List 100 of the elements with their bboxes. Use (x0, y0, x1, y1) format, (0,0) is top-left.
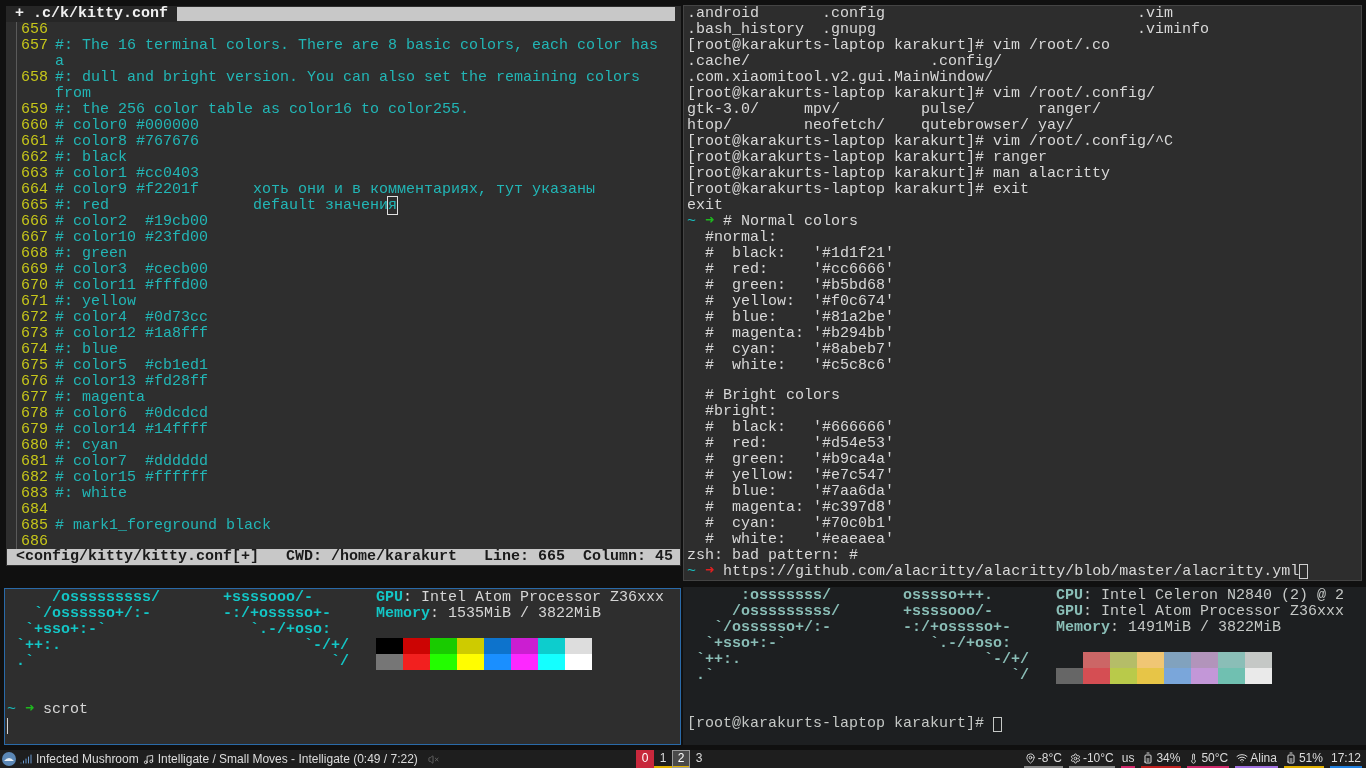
terminal-line: # black: '#1d1f21' (704, 246, 895, 262)
line-number: 673 (20, 326, 49, 342)
terminal-line: [root@karakurts-laptop karakurt]# vim /root/.co (687, 38, 1111, 54)
line-number: 663 (20, 166, 49, 182)
line-number: 667 (20, 230, 49, 246)
code-line: #: cyan (55, 438, 119, 454)
code-line: # mark1_foreground black (55, 518, 273, 534)
terminal-line: #normal: (704, 230, 777, 246)
line-number: 683 (20, 486, 49, 502)
line-number: 659 (20, 102, 49, 118)
line-number: 661 (20, 134, 49, 150)
code-line: # color6 #0dcdcd (55, 406, 210, 422)
line-number: 678 (20, 406, 49, 422)
battery-icon (1142, 752, 1155, 764)
terminal-line: .android .config .vim (687, 6, 1174, 22)
ascii-logo-line: `++:. `-/+/ (695, 652, 1031, 669)
ascii-logo-line: /osssssssss/ +ssssooo/- (732, 604, 994, 621)
line-number: 657 (20, 38, 49, 54)
status-text: 17:12 (1330, 751, 1361, 765)
terminal-line: #bright: (704, 404, 777, 421)
ascii-logo-line: `++:. `-/+/ (15, 637, 351, 654)
terminal-line: # green: '#b9ca4a' (704, 452, 895, 469)
status-text: Alina (1250, 751, 1277, 765)
logo-icon (2, 752, 16, 766)
ascii-logo-line: `+sso+:-` `.-/+oso: (24, 621, 333, 638)
prompt-arrow: ➜ (705, 214, 715, 230)
wifi-icon (1236, 752, 1249, 764)
line-number: 686 (20, 534, 49, 549)
info-value: : 1491MiB / 3822MiB (1110, 620, 1282, 637)
ascii-logo-line: /osssssssss/ +ssssooo/- (51, 589, 315, 606)
code-line: #: blue (55, 342, 119, 358)
block-cursor (993, 716, 1003, 732)
terminal-line: # cyan: '#70c0b1' (704, 516, 895, 533)
ascii-logo-line: .` `/ (695, 668, 1031, 685)
code-line: #: red default значения (55, 198, 399, 214)
terminal-line: # cyan: '#8abeb7' (704, 342, 895, 358)
code-line: #: dull and bright version. You can also set the remaining colors from (55, 70, 642, 102)
prompt-arrow: ➜ (705, 564, 715, 581)
code-line: # color13 #fd28ff (55, 374, 210, 390)
info-value: : 1535MiB / 3822MiB (430, 605, 602, 622)
workspace-button[interactable]: 0 (636, 750, 654, 768)
info-value: : Intel Celeron N2840 (2) @ 2 (1083, 588, 1345, 605)
line-number: 677 (20, 390, 49, 406)
terminal-line: # magenta: '#b294bb' (704, 326, 895, 342)
code-line: # color7 #dddddd (55, 454, 210, 470)
status-text: -10°C (1082, 751, 1114, 765)
workspace-button[interactable]: 2 (672, 750, 690, 768)
status-text: 34% (1156, 751, 1181, 765)
line-number: 670 (20, 278, 49, 294)
line-number: 682 (20, 470, 49, 486)
code-line: # color5 #cb1ed1 (55, 358, 210, 374)
line-number: 680 (20, 438, 49, 454)
line-number: 674 (20, 342, 49, 358)
info-label: GPU (1056, 604, 1084, 621)
code-line: # color9 #f2201f хоть они и в комментариях, тут указаны (55, 182, 597, 198)
line-number: 671 (20, 294, 49, 310)
line-number: 679 (20, 422, 49, 438)
command-text: scrot (43, 701, 89, 718)
line-number: 669 (20, 262, 49, 278)
code-line: #: white (55, 486, 128, 502)
code-line: #: green (55, 246, 128, 262)
terminal-line: [root@karakurts-laptop karakurt]# vim /root/.config/ (687, 86, 1156, 102)
code-line: #: the 256 color table as color16 to color255. (55, 102, 471, 118)
code-line: #: The 16 terminal colors. There are 8 basic colors, each color has a (55, 38, 660, 70)
info-label: CPU (1056, 588, 1084, 605)
terminal-line: # white: '#eaeaea' (705, 532, 895, 549)
line-number: 672 (20, 310, 49, 326)
line-number: 675 (20, 358, 49, 374)
code-line: # color2 #19cb00 (55, 214, 210, 230)
line-number: 676 (20, 374, 49, 390)
code-line: #: black (55, 150, 128, 166)
terminal-line: # red: '#d54e53' (704, 436, 895, 453)
ascii-logo-line: `/ossssso+/:- -:/+osssso+- (33, 605, 333, 622)
buffer-tab[interactable]: + .c/k/kitty.conf (6, 6, 178, 22)
info-label: Memory (1056, 620, 1111, 637)
terminal-line: # white: '#c5c8c6' (704, 358, 895, 374)
line-number: 681 (20, 454, 49, 470)
prompt-arrow: ➜ (25, 701, 35, 718)
terminal-line: # yellow: '#e7c547' (704, 468, 895, 485)
status-text: -8°C (1037, 751, 1062, 765)
terminal-line: htop/ neofetch/ qutebrowser/ yay/ (687, 118, 1075, 134)
prompt-directory: ~ (687, 214, 696, 230)
code-line: # color1 #cc0403 (55, 166, 201, 182)
line-number: 665 (20, 198, 49, 214)
line-number: 684 (20, 502, 49, 518)
signal-bars-icon (20, 753, 32, 765)
info-value: : Intel Atom Processor Z36xxx (403, 589, 665, 606)
line-number: 662 (20, 150, 49, 166)
code-line: # color12 #1a8fff (55, 326, 210, 342)
terminal-line: # blue: '#7aa6da' (704, 484, 895, 501)
terminal-line: # magenta: '#c397d8' (704, 500, 895, 517)
workspace-button[interactable]: 3 (690, 750, 708, 768)
terminal-line: # black: '#666666' (704, 420, 895, 437)
terminal-line: # green: '#b5bd68' (704, 278, 895, 294)
terminal-line: .com.xiaomitool.v2.gui.MainWindow/ (687, 70, 994, 86)
ascii-logo-line: :osssssss/ osssso+++. (741, 588, 995, 605)
line-number: 666 (20, 214, 49, 230)
code-line: #: yellow (55, 294, 137, 310)
status-text: 50°C (1201, 751, 1229, 765)
info-value: : Intel Atom Processor Z36xxx (1083, 604, 1345, 621)
